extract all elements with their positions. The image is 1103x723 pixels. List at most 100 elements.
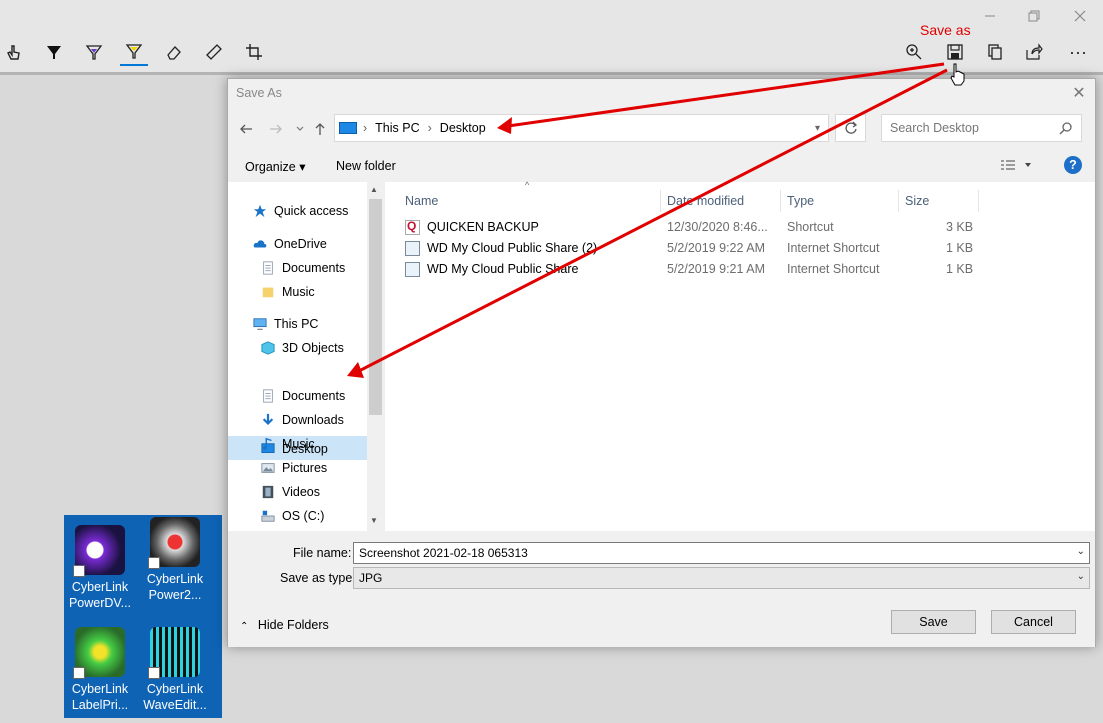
folder-icon — [262, 287, 274, 298]
command-bar: Organize ▾ New folder ? — [228, 151, 1095, 181]
table-row[interactable]: Q QUICKEN BACKUP 12/30/2020 8:46... Shor… — [401, 217, 981, 238]
drive-icon — [261, 510, 275, 522]
highlighter-icon[interactable] — [120, 38, 148, 66]
pictures-icon — [261, 463, 275, 473]
internet-shortcut-icon — [405, 241, 420, 256]
crop-icon[interactable] — [240, 38, 268, 66]
up-arrow-icon[interactable] — [310, 119, 330, 139]
sort-ascending-icon: ^ — [525, 180, 530, 190]
restore-icon[interactable] — [1022, 6, 1046, 26]
desktop-shortcut-labelprint[interactable]: CyberLink LabelPri... — [62, 619, 138, 713]
file-list: Name ^ Date modified Type Size Q QUICKEN… — [384, 180, 1095, 531]
cancel-button[interactable]: Cancel — [991, 610, 1076, 634]
address-bar[interactable]: › This PC › Desktop ▾ — [334, 114, 829, 142]
forward-arrow-icon[interactable] — [266, 119, 286, 139]
document-icon — [263, 389, 273, 403]
share-icon[interactable] — [1020, 38, 1048, 66]
sidebar-item-this-pc[interactable]: This PC — [252, 312, 318, 336]
chevron-up-icon: ⌃ — [240, 621, 249, 632]
navigation-pane: Quick access OneDrive Documents Music Th… — [228, 182, 383, 531]
eraser-icon[interactable] — [160, 38, 188, 66]
search-box[interactable] — [881, 114, 1082, 142]
sidebar-item-onedrive-documents[interactable]: Documents — [260, 256, 345, 280]
address-dropdown-icon[interactable]: ▾ — [815, 123, 820, 134]
dialog-title: Save As — [236, 86, 282, 100]
recent-locations-chevron-icon[interactable] — [290, 119, 310, 139]
file-name-field[interactable]: Screenshot 2021-02-18 065313 ⌄ — [353, 542, 1090, 564]
save-as-type-label: Save as type: — [280, 571, 356, 585]
file-name-value: Screenshot 2021-02-18 065313 — [359, 546, 528, 560]
quicken-shortcut-icon: Q — [405, 219, 420, 235]
powerdvd-icon — [73, 525, 125, 577]
desktop-shortcut-waveeditor[interactable]: CyberLink WaveEdit... — [137, 619, 213, 713]
save-options-area: File name: Screenshot 2021-02-18 065313 … — [228, 531, 1095, 647]
sidebar-item-documents[interactable]: Documents — [260, 384, 345, 408]
video-icon — [262, 485, 274, 499]
sidebar-item-downloads[interactable]: Downloads — [260, 408, 344, 432]
column-header-date-modified[interactable]: Date modified — [661, 190, 781, 212]
close-window-icon[interactable] — [1068, 6, 1092, 26]
column-header-name[interactable]: Name — [399, 190, 661, 212]
toolbar-divider — [0, 72, 1103, 75]
view-options-icon[interactable] — [1000, 159, 1034, 174]
scroll-up-icon[interactable]: ▲ — [370, 185, 378, 194]
sidebar-item-os-c[interactable]: OS (C:) — [260, 504, 324, 528]
breadcrumb-this-pc[interactable]: This PC — [375, 121, 419, 135]
sidebar-item-music[interactable]: Music — [260, 432, 315, 456]
hide-folders-button[interactable]: ⌃ Hide Folders — [240, 618, 329, 632]
sidebar-item-videos[interactable]: Videos — [260, 480, 320, 504]
desktop-shortcut-powerdvd[interactable]: CyberLink PowerDV... — [62, 517, 138, 611]
sidebar-item-quick-access[interactable]: Quick access — [252, 199, 348, 223]
refresh-icon[interactable] — [835, 114, 866, 142]
save-as-dialog: Save As ✕ › This PC › Desktop ▾ Organize… — [227, 78, 1096, 647]
dialog-close-icon[interactable]: ✕ — [1069, 83, 1089, 102]
column-header-size[interactable]: Size — [899, 190, 979, 212]
ruler-icon[interactable] — [200, 38, 228, 66]
column-header-type[interactable]: Type — [781, 190, 899, 212]
ballpoint-pen-icon[interactable] — [40, 38, 68, 66]
breadcrumb-desktop[interactable]: Desktop — [440, 121, 486, 135]
file-name-label: File name: — [293, 546, 352, 560]
more-icon[interactable]: ··· — [1064, 38, 1092, 66]
desktop-shortcut-power2go[interactable]: CyberLink Power2... — [137, 509, 213, 603]
music-icon — [263, 437, 272, 450]
sidebar-item-3d-objects[interactable]: 3D Objects — [260, 336, 344, 360]
nav-scrollbar-thumb[interactable] — [369, 199, 382, 415]
touch-writing-icon[interactable] — [0, 38, 28, 66]
cube-icon — [261, 341, 275, 355]
document-icon — [263, 261, 273, 275]
download-icon — [262, 413, 274, 426]
desktop-icons-panel: CyberLink PowerDV... CyberLink Power2...… — [64, 515, 222, 718]
save-as-type-select[interactable]: JPG ⌄ — [353, 567, 1090, 589]
table-row[interactable]: WD My Cloud Public Share 5/2/2019 9:21 A… — [401, 259, 981, 280]
minimize-icon[interactable] — [978, 6, 1002, 26]
sidebar-item-onedrive-music[interactable]: Music — [260, 280, 315, 304]
search-icon — [1059, 121, 1073, 138]
copy-icon[interactable] — [981, 38, 1009, 66]
labelprint-icon — [73, 627, 125, 679]
zoom-icon[interactable] — [900, 38, 928, 66]
sidebar-item-onedrive[interactable]: OneDrive — [252, 232, 327, 256]
internet-shortcut-icon — [405, 262, 420, 277]
save-as-annotation: Save as — [920, 22, 971, 38]
power2go-icon — [148, 517, 200, 569]
star-icon — [253, 204, 267, 218]
search-input[interactable] — [890, 121, 1050, 135]
sidebar-item-pictures[interactable]: Pictures — [260, 456, 327, 480]
pencil-icon[interactable] — [80, 38, 108, 66]
hand-cursor-icon — [950, 63, 965, 86]
file-name-dropdown-icon[interactable]: ⌄ — [1077, 546, 1085, 557]
this-pc-icon — [339, 122, 357, 134]
save-button[interactable]: Save — [891, 610, 976, 634]
save-as-type-value: JPG — [359, 571, 383, 585]
organize-button[interactable]: Organize ▾ — [245, 159, 305, 174]
scroll-down-icon[interactable]: ▼ — [370, 516, 378, 525]
help-icon[interactable]: ? — [1064, 156, 1082, 174]
back-arrow-icon[interactable] — [236, 119, 256, 139]
save-as-type-dropdown-icon: ⌄ — [1076, 571, 1085, 582]
waveeditor-icon — [148, 627, 200, 679]
table-row[interactable]: WD My Cloud Public Share (2) 5/2/2019 9:… — [401, 238, 981, 259]
cloud-icon — [253, 240, 267, 248]
computer-icon — [253, 318, 267, 330]
new-folder-button[interactable]: New folder — [336, 159, 396, 173]
